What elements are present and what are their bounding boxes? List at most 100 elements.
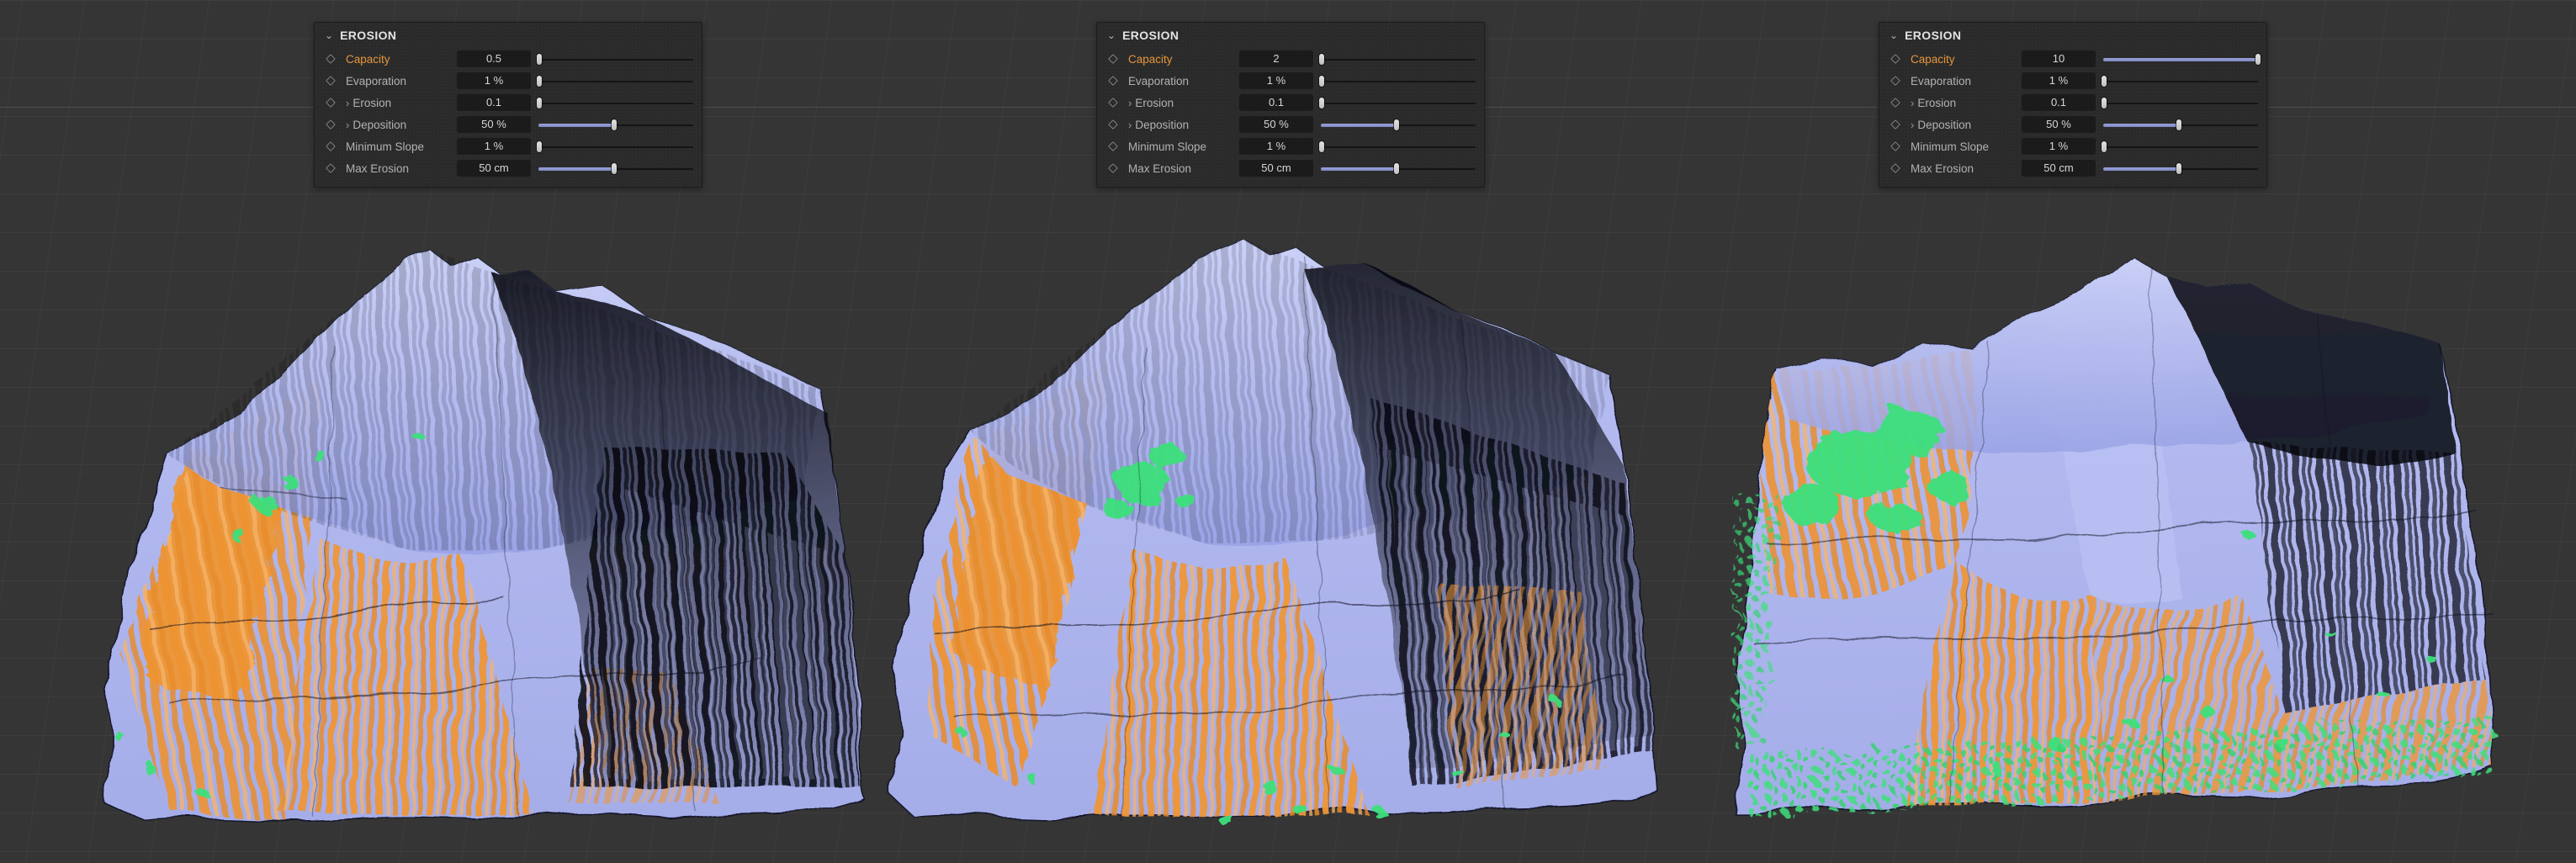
slider-handle[interactable] xyxy=(612,119,617,130)
keyframe-diamond-icon[interactable] xyxy=(1108,119,1118,130)
param-value-field[interactable]: 50 % xyxy=(1239,116,1313,133)
param-row-minimum-slope: Minimum Slope 1 % xyxy=(315,135,702,157)
keyframe-diamond-icon[interactable] xyxy=(326,141,336,151)
keyframe-diamond-icon[interactable] xyxy=(326,119,336,130)
param-label: Max Erosion xyxy=(1128,162,1191,175)
sub-arrow-icon: › xyxy=(1911,119,1914,130)
param-slider[interactable] xyxy=(1319,53,1477,66)
param-slider[interactable] xyxy=(537,119,695,131)
param-slider[interactable] xyxy=(2102,162,2260,175)
terrain-mesh-capacity-0.5[interactable] xyxy=(66,238,907,837)
param-slider[interactable] xyxy=(2102,119,2260,131)
panel-header[interactable]: ⌄ EROSION xyxy=(315,23,702,48)
keyframe-diamond-icon[interactable] xyxy=(326,163,336,173)
slider-handle[interactable] xyxy=(537,141,542,152)
param-value-field[interactable]: 0.5 xyxy=(457,50,531,67)
keyframe-diamond-icon[interactable] xyxy=(326,76,336,86)
keyframe-diamond-icon[interactable] xyxy=(1890,119,1900,130)
param-value-field[interactable]: 1 % xyxy=(1239,72,1313,89)
param-label: Erosion xyxy=(352,97,391,109)
terrain-mesh-capacity-10[interactable] xyxy=(1693,242,2538,846)
param-value-field[interactable]: 50 cm xyxy=(2022,160,2096,177)
param-slider[interactable] xyxy=(1319,119,1477,131)
keyframe-diamond-icon[interactable] xyxy=(1108,141,1118,151)
keyframe-diamond-icon[interactable] xyxy=(1890,76,1900,86)
param-value-field[interactable]: 0.1 xyxy=(1239,94,1313,111)
keyframe-diamond-icon[interactable] xyxy=(1108,54,1118,64)
param-slider[interactable] xyxy=(537,75,695,87)
slider-handle[interactable] xyxy=(1394,163,1399,174)
param-label: Erosion xyxy=(1917,97,1956,109)
keyframe-diamond-icon[interactable] xyxy=(1108,163,1118,173)
param-slider[interactable] xyxy=(537,140,695,153)
keyframe-diamond-icon[interactable] xyxy=(1108,98,1118,108)
slider-handle[interactable] xyxy=(2102,98,2107,109)
param-slider[interactable] xyxy=(1319,75,1477,87)
param-label: Max Erosion xyxy=(346,162,409,175)
param-label: Minimum Slope xyxy=(346,140,424,153)
keyframe-diamond-icon[interactable] xyxy=(1890,163,1900,173)
param-slider[interactable] xyxy=(2102,75,2260,87)
sub-arrow-icon: › xyxy=(1128,98,1132,109)
slider-fill xyxy=(2103,124,2181,127)
slider-handle[interactable] xyxy=(1394,119,1399,130)
keyframe-diamond-icon[interactable] xyxy=(326,98,336,108)
param-row-erosion: › Erosion 0.1 xyxy=(315,92,702,114)
collapse-chevron-icon[interactable]: ⌄ xyxy=(1107,31,1116,40)
slider-handle[interactable] xyxy=(537,98,542,109)
panel-header[interactable]: ⌄ EROSION xyxy=(1097,23,1484,48)
slider-handle[interactable] xyxy=(2176,163,2181,174)
param-label: Evaporation xyxy=(1911,75,1971,87)
param-label-group: Evaporation xyxy=(1911,75,2022,87)
param-value-field[interactable]: 1 % xyxy=(2022,72,2096,89)
slider-handle[interactable] xyxy=(1319,141,1324,152)
slider-handle[interactable] xyxy=(1319,76,1324,87)
terrain-mesh-capacity-2[interactable] xyxy=(856,229,1715,837)
keyframe-diamond-icon[interactable] xyxy=(1108,76,1118,86)
param-slider[interactable] xyxy=(1319,162,1477,175)
param-slider[interactable] xyxy=(2102,53,2260,66)
param-value-field[interactable]: 1 % xyxy=(1239,138,1313,155)
3d-viewport[interactable]: ⌄ EROSION Capacity 0.5 Evaporation 1 % xyxy=(0,0,2576,863)
param-value-field[interactable]: 0.1 xyxy=(457,94,531,111)
slider-handle[interactable] xyxy=(537,54,542,65)
slider-handle[interactable] xyxy=(2176,119,2181,130)
param-row-erosion: › Erosion 0.1 xyxy=(1097,92,1484,114)
keyframe-diamond-icon[interactable] xyxy=(1890,141,1900,151)
param-value-field[interactable]: 0.1 xyxy=(2022,94,2096,111)
collapse-chevron-icon[interactable]: ⌄ xyxy=(1890,31,1898,40)
slider-handle[interactable] xyxy=(1319,54,1324,65)
param-value-field[interactable]: 50 cm xyxy=(1239,160,1313,177)
param-slider[interactable] xyxy=(2102,140,2260,153)
param-label-group: › Deposition xyxy=(1911,119,2022,131)
param-value-field[interactable]: 1 % xyxy=(457,138,531,155)
slider-handle[interactable] xyxy=(1319,98,1324,109)
param-slider[interactable] xyxy=(537,162,695,175)
param-slider[interactable] xyxy=(1319,97,1477,109)
param-row-max-erosion: Max Erosion 50 cm xyxy=(1879,157,2266,179)
param-value-field[interactable]: 1 % xyxy=(457,72,531,89)
slider-handle[interactable] xyxy=(612,163,617,174)
panel-header[interactable]: ⌄ EROSION xyxy=(1879,23,2266,48)
slider-handle[interactable] xyxy=(2102,76,2107,87)
param-slider[interactable] xyxy=(537,53,695,66)
param-value-field[interactable]: 10 xyxy=(2022,50,2096,67)
param-value-field[interactable]: 50 cm xyxy=(457,160,531,177)
keyframe-diamond-icon[interactable] xyxy=(1890,54,1900,64)
slider-handle[interactable] xyxy=(2255,54,2261,65)
param-slider[interactable] xyxy=(1319,140,1477,153)
param-value-field[interactable]: 2 xyxy=(1239,50,1313,67)
collapse-chevron-icon[interactable]: ⌄ xyxy=(325,31,333,40)
keyframe-diamond-icon[interactable] xyxy=(326,54,336,64)
param-value-field[interactable]: 50 % xyxy=(457,116,531,133)
param-label-group: › Erosion xyxy=(1911,97,2022,109)
param-slider[interactable] xyxy=(2102,97,2260,109)
param-slider[interactable] xyxy=(537,97,695,109)
slider-handle[interactable] xyxy=(537,76,542,87)
param-value-field[interactable]: 50 % xyxy=(2022,116,2096,133)
slider-handle[interactable] xyxy=(2102,141,2107,152)
param-value-field[interactable]: 1 % xyxy=(2022,138,2096,155)
slider-fill xyxy=(1321,167,1398,171)
keyframe-diamond-icon[interactable] xyxy=(1890,98,1900,108)
sub-arrow-icon: › xyxy=(1128,119,1132,130)
